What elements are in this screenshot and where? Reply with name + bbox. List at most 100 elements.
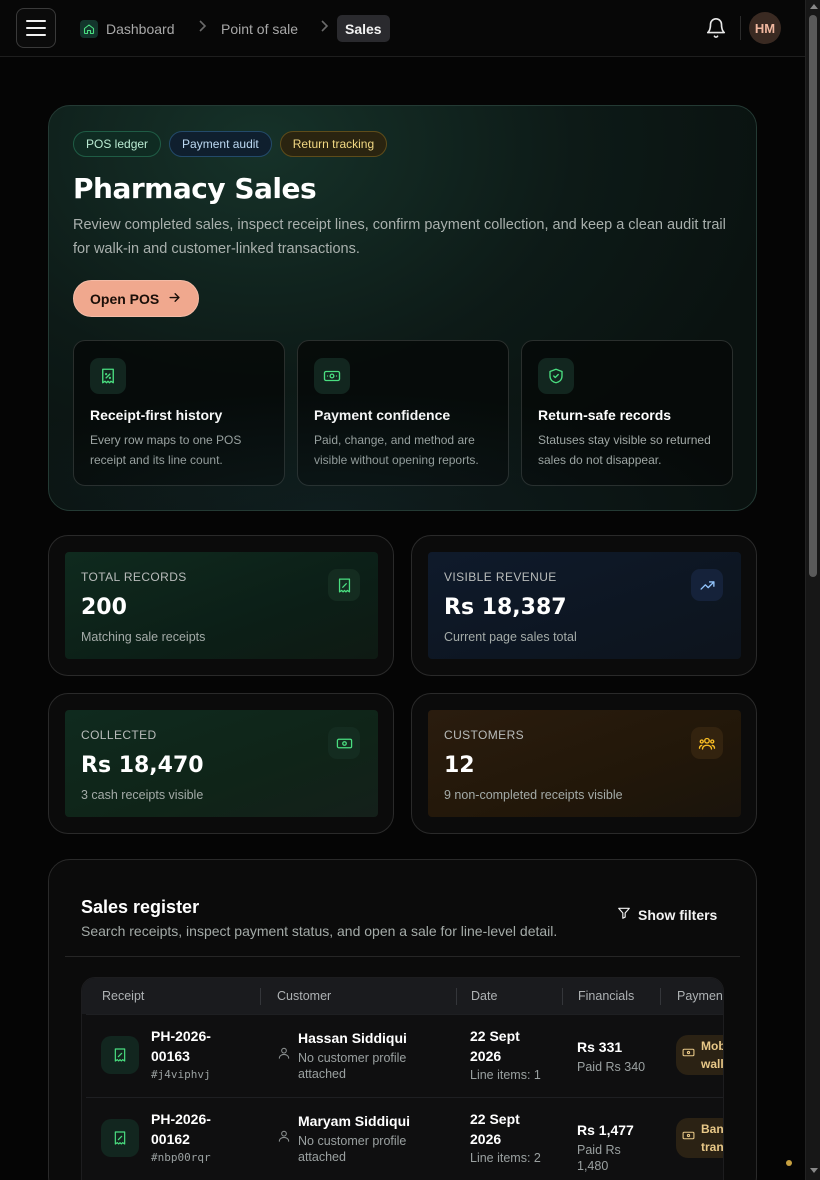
payment-method-label: Mobile wallet (701, 1039, 724, 1071)
banknote-icon (328, 727, 360, 759)
stat-subtext: 9 non-completed receipts visible (444, 788, 623, 802)
payment-method-badge: Mobile wallet (676, 1035, 724, 1075)
menu-icon-line (26, 27, 46, 29)
feature-card-payment-confidence: Payment confidence Paid, change, and met… (297, 340, 509, 486)
page-description: Review completed sales, inspect receipt … (73, 217, 726, 257)
scroll-down-arrow-icon[interactable] (810, 1168, 818, 1173)
stat-label: TOTAL RECORDS (81, 570, 187, 584)
divider (740, 16, 741, 40)
menu-icon-line (26, 20, 46, 22)
stat-subtext: Current page sales total (444, 630, 577, 644)
tag-return-tracking: Return tracking (279, 131, 388, 157)
stat-card-body: COLLECTED Rs 18,470 3 cash receipts visi… (65, 710, 378, 817)
stat-label: CUSTOMERS (444, 728, 525, 742)
stat-subtext: 3 cash receipts visible (81, 788, 204, 802)
hero-tags: POS ledger Payment audit Return tracking (73, 131, 388, 157)
feature-title: Payment confidence (314, 407, 451, 423)
home-icon (80, 19, 98, 38)
open-pos-label: Open POS (90, 290, 160, 307)
line-items-count: Line items: 1 (470, 1068, 541, 1082)
stat-card-visible-revenue: VISIBLE REVENUE Rs 18,387 Current page s… (411, 535, 757, 676)
payment-method-badge: Bank transfer (676, 1118, 724, 1158)
shield-check-icon (538, 358, 574, 394)
divider (65, 956, 740, 957)
feature-description: Every row maps to one POS receipt and it… (90, 433, 242, 467)
users-icon (691, 727, 723, 759)
section-title: Sales register (81, 897, 200, 917)
show-filters-label: Show filters (638, 906, 718, 923)
column-header-date[interactable]: Date (471, 989, 497, 1003)
receipt-code: #j4viphvj (151, 1068, 211, 1081)
payment-method-label: Bank transfer (701, 1122, 724, 1154)
breadcrumb-point-of-sale[interactable]: Point of sale (221, 15, 298, 42)
receipt-code: #nbp00rqr (151, 1151, 211, 1164)
stat-card-body: CUSTOMERS 12 9 non-completed receipts vi… (428, 710, 741, 817)
sale-amount: Rs 1,477 (577, 1122, 634, 1138)
feature-card-return-safe: Return-safe records Statuses stay visibl… (521, 340, 733, 486)
avatar[interactable]: HM (749, 12, 781, 44)
scroll-up-arrow-icon[interactable] (810, 4, 818, 9)
banknote-icon (314, 358, 350, 394)
user-icon (277, 1129, 291, 1143)
filter-icon (617, 906, 631, 923)
stat-card-collected: COLLECTED Rs 18,470 3 cash receipts visi… (48, 693, 394, 834)
stat-card-body: VISIBLE REVENUE Rs 18,387 Current page s… (428, 552, 741, 659)
column-header-financials[interactable]: Financials (578, 989, 634, 1003)
menu-button[interactable] (16, 8, 56, 48)
paid-amount: Paid Rs 340 (577, 1060, 646, 1074)
scrollbar[interactable] (805, 0, 820, 1180)
menu-icon-line (26, 34, 46, 36)
feature-cards: Receipt-first history Every row maps to … (73, 340, 733, 486)
paid-amount: Paid Rs 1,480 (577, 1143, 621, 1173)
stat-value: 12 (444, 753, 475, 778)
stat-subtext: Matching sale receipts (81, 630, 206, 644)
wallet-icon (682, 1046, 695, 1064)
column-divider (456, 988, 457, 1005)
column-header-receipt[interactable]: Receipt (102, 989, 144, 1003)
stat-value: Rs 18,470 (81, 753, 204, 778)
table-row[interactable]: PH-2026-00162 #nbp00rqr Maryam Siddiqui … (86, 1097, 724, 1179)
bank-icon (682, 1129, 695, 1147)
customer-note: No customer profile attached (298, 1134, 407, 1164)
breadcrumb-label: Dashboard (106, 20, 175, 37)
receipt-icon (90, 358, 126, 394)
sale-date: 22 Sept 2026 (470, 1111, 520, 1147)
chevron-right-icon (319, 19, 329, 36)
column-header-payment[interactable]: Payment (677, 989, 723, 1003)
tag-payment-audit: Payment audit (169, 131, 272, 157)
top-bar: Dashboard Point of sale Sales HM (0, 0, 805, 57)
tag-pos-ledger: POS ledger (73, 131, 162, 157)
trending-up-icon (691, 569, 723, 601)
receipt-icon (101, 1036, 139, 1074)
section-subtitle: Search receipts, inspect payment status,… (81, 923, 558, 939)
table-row[interactable]: PH-2026-00163 #j4viphvj Hassan Siddiqui … (86, 1014, 724, 1096)
column-divider (660, 988, 661, 1005)
column-divider (562, 988, 563, 1005)
table-header: Receipt Customer Date Financials Payment (82, 978, 723, 1014)
sale-date: 22 Sept 2026 (470, 1028, 520, 1064)
breadcrumb-dashboard[interactable]: Dashboard (80, 15, 175, 42)
receipt-icon (101, 1119, 139, 1157)
user-icon (277, 1046, 291, 1060)
chevron-right-icon (197, 19, 207, 36)
receipt-number[interactable]: PH-2026-00163 (151, 1026, 241, 1066)
line-items-count: Line items: 2 (470, 1151, 541, 1165)
stat-card-body: TOTAL RECORDS 200 Matching sale receipts (65, 552, 378, 659)
scrollbar-thumb[interactable] (809, 15, 817, 577)
sales-register-panel: Sales register Search receipts, inspect … (48, 859, 757, 1180)
open-pos-button[interactable]: Open POS (73, 280, 200, 317)
stat-value: Rs 18,387 (444, 595, 567, 620)
stat-label: COLLECTED (81, 728, 157, 742)
column-divider (260, 988, 261, 1005)
arrow-right-icon (167, 290, 182, 308)
breadcrumb-sales[interactable]: Sales (337, 15, 390, 42)
column-header-customer[interactable]: Customer (277, 989, 331, 1003)
breadcrumb-label: Point of sale (221, 20, 299, 37)
bell-icon[interactable] (705, 17, 727, 39)
receipt-number[interactable]: PH-2026-00162 (151, 1109, 241, 1149)
sale-amount: Rs 331 (577, 1039, 623, 1055)
show-filters-button[interactable]: Show filters (617, 906, 717, 923)
sales-table: Receipt Customer Date Financials Payment… (81, 977, 724, 1180)
stat-card-customers: CUSTOMERS 12 9 non-completed receipts vi… (411, 693, 757, 834)
feature-title: Return-safe records (538, 407, 672, 423)
